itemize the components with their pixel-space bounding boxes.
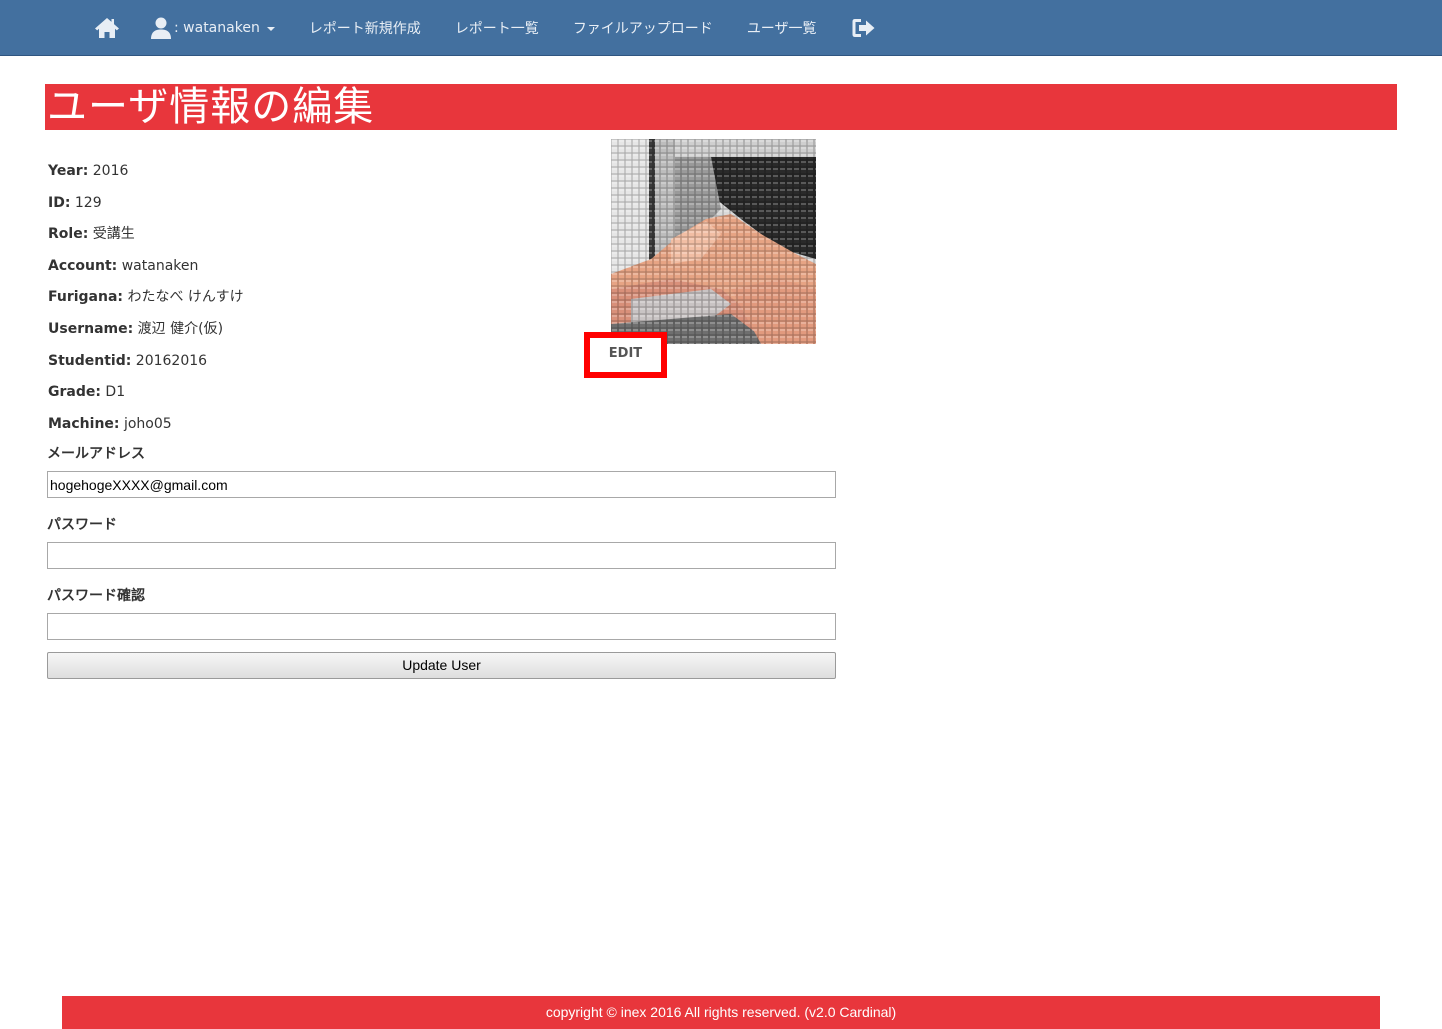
info-machine: Machine: joho05 — [48, 415, 172, 432]
logout-link[interactable] — [851, 16, 877, 40]
avatar-image — [611, 139, 816, 344]
nav-username: : watanaken — [174, 20, 260, 36]
email-field[interactable] — [47, 471, 836, 498]
avatar-edit-button[interactable]: EDIT — [584, 332, 667, 378]
page-title-bar: ユーザ情報の編集 — [45, 84, 1397, 130]
nav-user-list[interactable]: ユーザ一覧 — [747, 18, 817, 38]
password-confirm-field[interactable] — [47, 613, 836, 640]
caret-down-icon — [266, 27, 275, 31]
info-year: Year: 2016 — [48, 163, 129, 179]
nav-items: : watanaken レポート新規作成 レポート一覧 ファイルアップロード ユ… — [94, 0, 877, 56]
password-confirm-label: パスワード確認 — [47, 588, 145, 604]
info-grade: Grade: D1 — [48, 384, 126, 401]
avatar — [611, 139, 816, 344]
nav-file-upload[interactable]: ファイルアップロード — [573, 18, 713, 38]
info-username: Username: 渡辺 健介(仮) — [48, 320, 224, 337]
sign-out-icon — [852, 19, 875, 37]
password-field[interactable] — [47, 542, 836, 569]
home-icon — [95, 18, 119, 38]
user-dropdown-toggle[interactable]: : watanaken — [150, 16, 275, 40]
nav-new-report[interactable]: レポート新規作成 — [309, 18, 421, 38]
info-id: ID: 129 — [48, 194, 102, 211]
footer-copyright: copyright © inex 2016 All rights reserve… — [545, 1004, 897, 1020]
info-account: Account: watanaken — [48, 257, 199, 274]
page-title: ユーザ情報の編集 — [47, 84, 375, 130]
user-info-list: Year: 2016 ID: 129 Role: 受講生 Account: wa… — [48, 161, 244, 445]
top-navbar: : watanaken レポート新規作成 レポート一覧 ファイルアップロード ユ… — [0, 0, 1442, 56]
nav-home-link[interactable] — [94, 15, 120, 41]
user-edit-form: メールアドレス パスワード パスワード確認 Update User — [47, 444, 837, 679]
footer: copyright © inex 2016 All rights reserve… — [62, 996, 1380, 1029]
update-user-button[interactable]: Update User — [47, 652, 836, 679]
user-icon — [151, 17, 171, 39]
info-furigana: Furigana: わたなべ けんすけ — [48, 289, 244, 306]
avatar-edit-label: EDIT — [608, 346, 643, 361]
password-label: パスワード — [47, 517, 117, 533]
info-role: Role: 受講生 — [48, 226, 135, 243]
email-label: メールアドレス — [47, 446, 145, 462]
info-studentid: Studentid: 20162016 — [48, 352, 208, 369]
nav-report-list[interactable]: レポート一覧 — [455, 18, 539, 38]
